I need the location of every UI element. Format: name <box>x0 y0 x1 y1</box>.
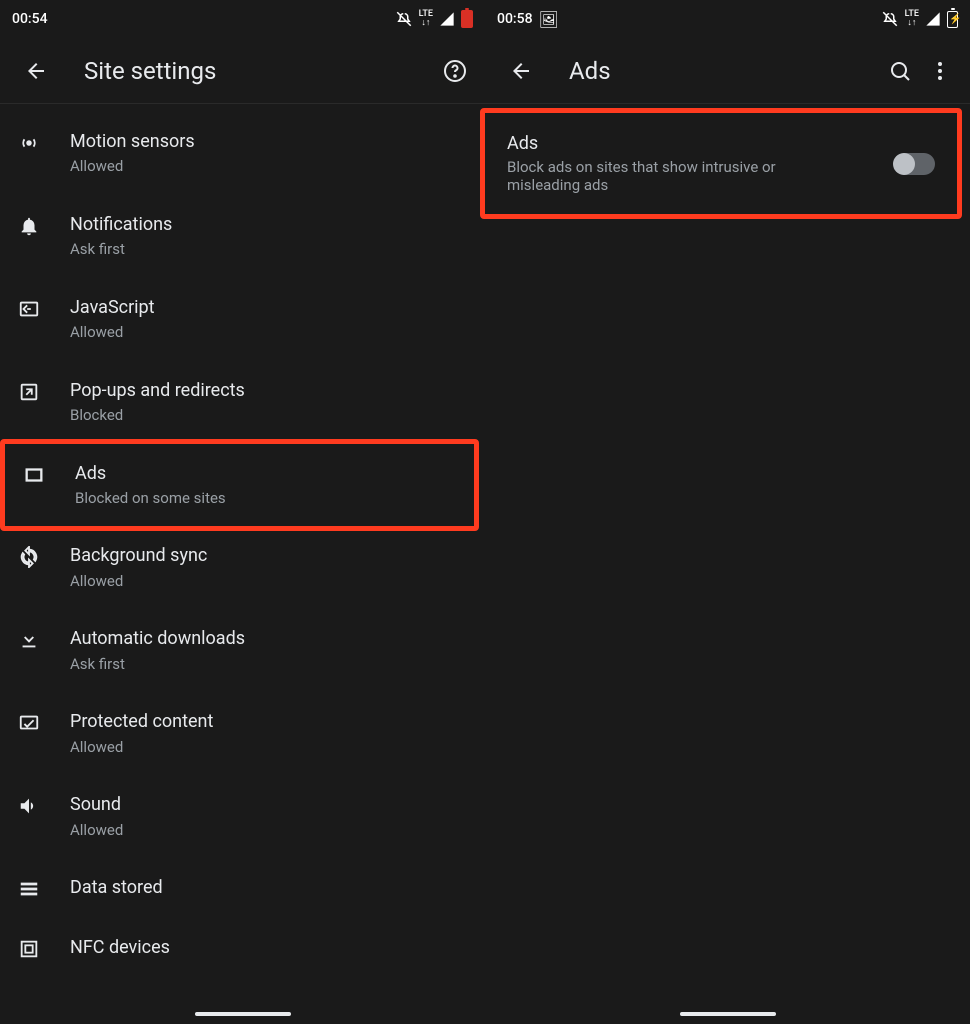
data-stored-icon <box>16 878 42 900</box>
row-title: JavaScript <box>70 296 469 319</box>
silent-icon <box>395 10 413 28</box>
row-data-stored[interactable]: Data stored <box>0 858 485 918</box>
silent-icon <box>881 10 899 28</box>
toggle-sub: Block ads on sites that show intrusive o… <box>507 158 807 194</box>
lte-indicator: LTE ↓↑ <box>419 10 433 28</box>
popups-icon <box>16 381 42 403</box>
status-bar: 00:58 🖼 LTE ↓↑ ⚡ <box>485 0 970 38</box>
signal-icon <box>439 11 455 27</box>
nav-handle[interactable] <box>195 1012 291 1016</box>
app-header: Site settings <box>0 38 485 104</box>
settings-list: Motion sensors Allowed Notifications Ask… <box>0 104 485 1024</box>
nav-handle[interactable] <box>680 1012 776 1016</box>
lte-indicator: LTE ↓↑ <box>905 10 919 28</box>
row-sub: Allowed <box>70 157 469 177</box>
row-title: Data stored <box>70 876 469 899</box>
more-button[interactable] <box>920 51 960 91</box>
row-title: Ads <box>75 462 458 485</box>
row-notifications[interactable]: Notifications Ask first <box>0 195 485 278</box>
row-title: Background sync <box>70 544 469 567</box>
row-javascript[interactable]: JavaScript Allowed <box>0 278 485 361</box>
row-title: Protected content <box>70 710 469 733</box>
row-motion-sensors[interactable]: Motion sensors Allowed <box>0 112 485 195</box>
ads-toggle-row[interactable]: Ads Block ads on sites that show intrusi… <box>485 113 957 214</box>
status-time: 00:58 <box>497 11 533 27</box>
row-sub: Ask first <box>70 240 469 260</box>
search-button[interactable] <box>880 51 920 91</box>
row-background-sync[interactable]: Background sync Allowed <box>0 526 485 609</box>
signal-icon <box>925 11 941 27</box>
javascript-icon <box>16 298 42 320</box>
row-title: Motion sensors <box>70 130 469 153</box>
sound-icon <box>16 795 42 817</box>
help-button[interactable] <box>435 51 475 91</box>
notifications-icon <box>16 215 42 237</box>
row-sub: Ask first <box>70 655 469 675</box>
screen-site-settings: 00:54 LTE ↓↑ Site settings Motion sens <box>0 0 485 1024</box>
row-protected-content[interactable]: Protected content Allowed <box>0 692 485 775</box>
app-header: Ads <box>485 38 970 104</box>
back-button[interactable] <box>16 51 56 91</box>
nfc-icon <box>16 938 42 960</box>
row-nfc[interactable]: NFC devices <box>0 918 485 964</box>
motion-sensors-icon <box>16 132 42 154</box>
row-popups[interactable]: Pop-ups and redirects Blocked <box>0 361 485 444</box>
row-ads[interactable]: Ads Blocked on some sites <box>0 439 479 532</box>
download-icon <box>16 629 42 651</box>
row-automatic-downloads[interactable]: Automatic downloads Ask first <box>0 609 485 692</box>
screen-ads: 00:58 🖼 LTE ↓↑ ⚡ Ads Ads Block <box>485 0 970 1024</box>
row-sub: Allowed <box>70 572 469 592</box>
row-title: Automatic downloads <box>70 627 469 650</box>
row-sub: Allowed <box>70 738 469 758</box>
status-time: 00:54 <box>12 11 48 27</box>
row-title: NFC devices <box>70 936 469 959</box>
protected-content-icon <box>16 712 42 734</box>
row-sub: Allowed <box>70 323 469 343</box>
back-button[interactable] <box>501 51 541 91</box>
ads-toggle-highlight: Ads Block ads on sites that show intrusi… <box>480 108 962 219</box>
battery-charging-icon: ⚡ <box>947 11 958 28</box>
page-title: Site settings <box>84 57 435 85</box>
ads-switch[interactable] <box>895 153 935 175</box>
row-sound[interactable]: Sound Allowed <box>0 775 485 858</box>
row-title: Pop-ups and redirects <box>70 379 469 402</box>
row-sub: Allowed <box>70 821 469 841</box>
row-title: Sound <box>70 793 469 816</box>
battery-low-icon <box>461 10 473 28</box>
toggle-title: Ads <box>507 133 879 154</box>
sync-icon <box>16 546 42 568</box>
ads-icon <box>21 464 47 486</box>
page-title: Ads <box>569 57 880 85</box>
row-title: Notifications <box>70 213 469 236</box>
row-sub: Blocked <box>70 406 469 426</box>
row-sub: Blocked on some sites <box>75 489 458 509</box>
status-bar: 00:54 LTE ↓↑ <box>0 0 485 38</box>
picture-indicator-icon: 🖼 <box>539 10 559 29</box>
